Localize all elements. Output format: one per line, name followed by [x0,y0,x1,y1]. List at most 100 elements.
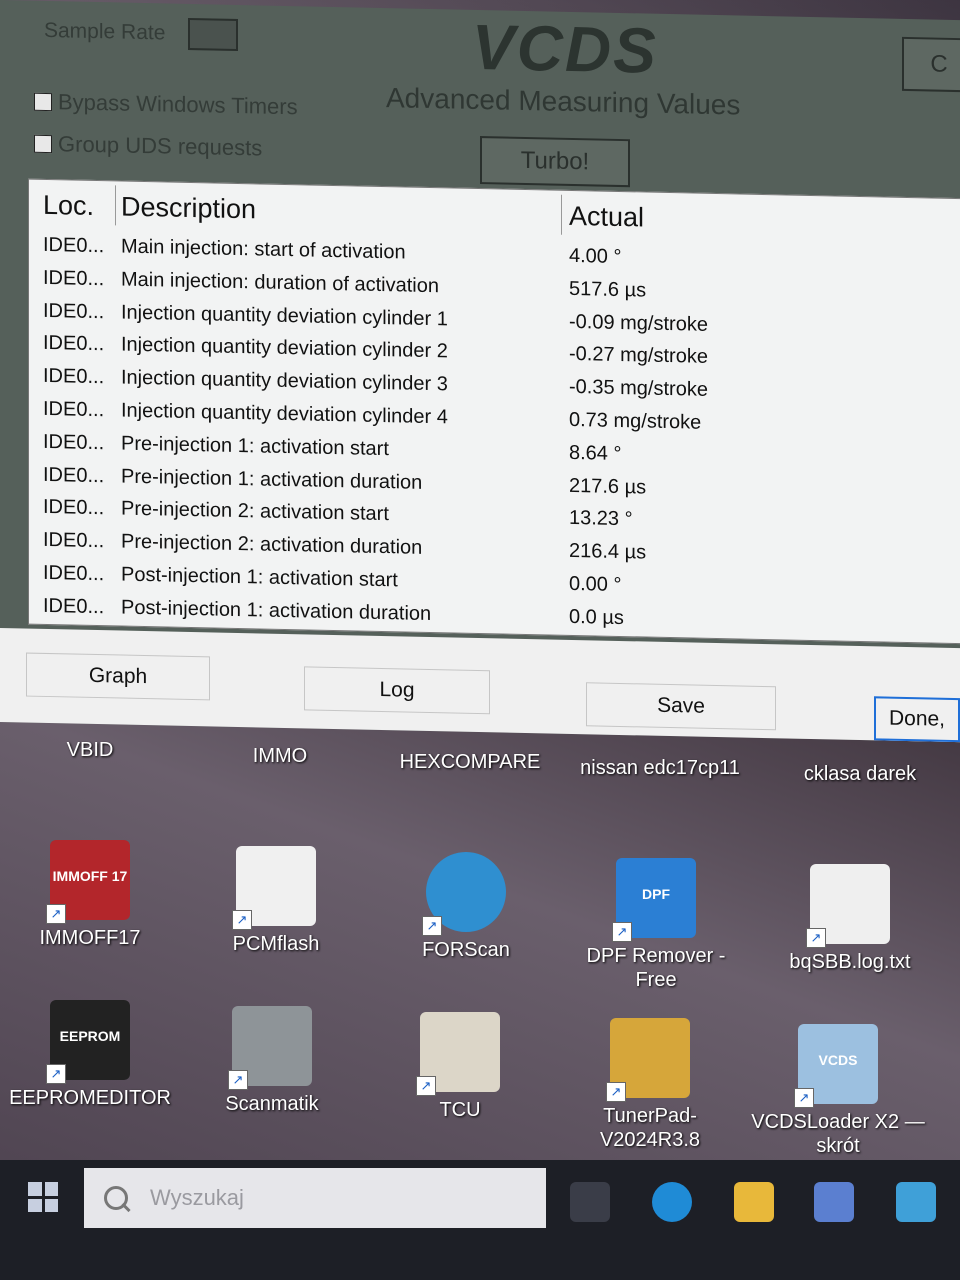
desktop-icon-label: IMMOFF17 [39,927,141,949]
sample-rate-label: Sample Rate [44,18,166,45]
turbo-button[interactable]: Turbo! [480,136,630,188]
desktop-icon[interactable]: EEPROM ↗ EEPROMEDITOR [0,1000,180,1110]
file-explorer-icon[interactable] [734,1182,774,1222]
desktop-icon[interactable]: cklasa darek [770,744,950,786]
graph-button[interactable]: Graph [26,652,210,701]
mail-icon[interactable] [896,1182,936,1222]
shortcut-arrow-icon: ↗ [46,904,66,924]
header-description[interactable]: Description [121,192,561,232]
column-divider[interactable] [115,185,116,226]
windows-logo-icon [44,1182,58,1196]
row-description: Post-injection 1: activation start [121,563,398,592]
shortcut-arrow-icon: ↗ [232,910,252,930]
shortcut-arrow-icon: ↗ [794,1088,814,1108]
bypass-timers-checkbox[interactable] [34,92,52,112]
row-loc: IDE0... [43,430,105,454]
done-button[interactable]: Done, [874,696,960,743]
car-icon: ↗ [422,852,506,936]
taskbar: Wyszukaj [0,1160,960,1280]
shortcut-arrow-icon: ↗ [228,1070,248,1090]
desktop-icon[interactable]: VBID [0,720,180,762]
lightning-icon: ↗ [232,846,316,930]
row-loc: IDE0... [43,397,105,422]
icon-badge: EEPROM [59,1028,121,1044]
desktop-icon-label: VCDSLoader X2 — skrót [751,1111,925,1157]
windows-logo-icon [44,1198,58,1212]
row-actual: -0.09 mg/stroke [569,310,708,336]
desktop-icon[interactable]: ↗ PCMflash [186,846,366,956]
save-button[interactable]: Save [586,682,776,731]
shortcut-arrow-icon: ↗ [806,928,826,948]
row-loc: IDE0... [43,594,105,618]
bypass-timers-option[interactable]: Bypass Windows Timers [34,89,298,121]
immoff-icon: IMMOFF 17 ↗ [46,840,130,924]
desktop-icon[interactable]: DPF ↗ DPF Remover - Free [566,858,746,992]
group-uds-option[interactable]: Group UDS requests [34,131,262,162]
desktop-icon[interactable]: IMMOFF 17 ↗ IMMOFF17 [0,840,180,950]
row-loc: IDE0... [43,233,105,258]
windows-logo-icon [28,1182,42,1196]
store-icon[interactable] [814,1182,854,1222]
shortcut-arrow-icon: ↗ [422,916,442,936]
log-button[interactable]: Log [304,666,490,715]
group-uds-checkbox[interactable] [34,134,52,154]
row-description: Injection quantity deviation cylinder 4 [121,399,448,429]
search-placeholder: Wyszukaj [150,1185,244,1210]
desktop-icon[interactable]: ↗ TCU [370,1012,550,1122]
icon-badge: IMMOFF 17 [52,868,128,884]
row-description: Pre-injection 2: activation duration [121,530,423,560]
edge-icon[interactable] [652,1182,692,1222]
desktop-icon[interactable]: ↗ bqSBB.log.txt [760,864,940,974]
row-loc: IDE0... [43,332,105,356]
desktop-icon[interactable]: IMMO [190,726,370,768]
row-description: Pre-injection 1: activation duration [121,465,423,494]
page-title: Advanced Measuring Values [386,82,741,121]
row-loc: IDE0... [43,529,105,553]
row-description: Injection quantity deviation cylinder 2 [121,333,448,363]
chip-icon: ↗ [606,1018,690,1102]
scanmatik-icon: ↗ [228,1006,312,1090]
row-actual: 217.6 µs [569,474,647,499]
desktop-icon[interactable]: ↗ Scanmatik [182,1006,362,1116]
row-loc: IDE0... [43,561,105,586]
column-divider[interactable] [561,194,562,235]
group-uds-label: Group UDS requests [58,131,263,161]
row-description: Injection quantity deviation cylinder 3 [121,366,448,396]
task-view-icon[interactable] [570,1182,610,1222]
desktop-icon[interactable]: VCDS ↗ VCDSLoader X2 — skrót [748,1024,928,1158]
text-file-icon: ↗ [806,864,890,948]
desktop-icon[interactable]: ↗ TunerPad-V2024R3.8 [560,1018,740,1152]
row-actual: -0.27 mg/stroke [569,343,708,369]
vcds-window: Sample Rate Bypass Windows Timers Group … [0,0,960,743]
measuring-values-list[interactable]: Loc. Description Actual IDE0... Main inje… [28,178,960,645]
desktop-icon-label: Scanmatik [225,1093,319,1115]
search-icon [104,1186,128,1210]
desktop-icon[interactable]: HEXCOMPARE [380,732,560,774]
desktop-icon-label: cklasa darek [803,763,917,785]
desktop-icon[interactable]: nissan edc17cp11 [570,738,750,780]
row-loc: IDE0... [43,266,105,290]
app-title: VCDS [472,10,658,87]
row-description: Pre-injection 2: activation start [121,497,389,526]
desktop-icon-label: TunerPad-V2024R3.8 [599,1105,701,1151]
header-loc[interactable]: Loc. [43,190,115,223]
bypass-timers-label: Bypass Windows Timers [58,89,298,120]
row-description: Injection quantity deviation cylinder 1 [121,301,448,330]
desktop-icon[interactable]: ↗ FORScan [376,852,556,962]
desktop-icon-label: VBID [66,739,114,761]
taskbar-search[interactable]: Wyszukaj [84,1168,546,1228]
desktop-icon-label: IMMO [252,745,308,767]
dpf-icon: DPF ↗ [612,858,696,942]
sample-rate-input[interactable] [188,17,238,51]
shortcut-arrow-icon: ↗ [416,1076,436,1096]
row-actual: -0.35 mg/stroke [569,376,708,402]
clear-button[interactable]: C [902,36,960,93]
start-button[interactable] [28,1182,58,1212]
desktop-icon-label: TCU [439,1099,481,1121]
row-actual: 13.23 ° [569,507,633,531]
windows-logo-icon [28,1198,42,1212]
header-actual[interactable]: Actual [569,201,869,238]
row-loc: IDE0... [43,463,105,487]
shortcut-arrow-icon: ↗ [606,1082,626,1102]
row-actual: 4.00 ° [569,244,622,269]
